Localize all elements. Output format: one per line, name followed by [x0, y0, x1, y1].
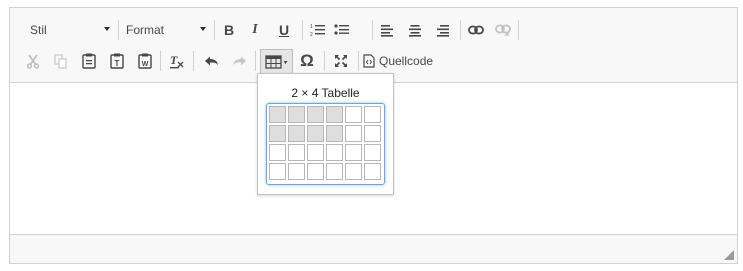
underline-button[interactable]: U [273, 19, 295, 41]
style-dropdown-label: Stil [30, 23, 47, 37]
table-grid-cell[interactable] [307, 125, 324, 142]
remove-format-icon: T [170, 53, 184, 69]
special-char-button[interactable]: Ω [296, 50, 318, 72]
toolbar-separator [255, 51, 256, 71]
undo-button[interactable] [200, 50, 222, 72]
editor-toolbar: Stil Format B I U 1 2 T W T Ω Quellcode [10, 8, 737, 83]
table-grid-cell[interactable] [364, 106, 381, 123]
source-button[interactable]: Quellcode [363, 50, 441, 72]
toolbar-separator [460, 20, 461, 40]
maximize-button[interactable] [330, 50, 352, 72]
paste-word-icon: W [138, 53, 152, 69]
table-grid-cell[interactable] [288, 106, 305, 123]
unlink-icon [495, 24, 511, 36]
toolbar-separator [358, 51, 359, 71]
table-picker-title: 2 × 4 Tabelle [291, 86, 360, 100]
remove-format-button[interactable]: T [166, 50, 188, 72]
align-right-icon [437, 24, 449, 37]
table-grid-cell[interactable] [364, 163, 381, 180]
italic-icon: I [252, 22, 258, 37]
table-grid-cell[interactable] [307, 144, 324, 161]
link-button[interactable] [465, 19, 487, 41]
table-grid-cell[interactable] [288, 125, 305, 142]
paste-word-button[interactable]: W [134, 50, 156, 72]
undo-icon [204, 56, 218, 66]
svg-text:2: 2 [310, 32, 313, 37]
table-size-grid[interactable] [266, 103, 385, 185]
italic-button[interactable]: I [244, 19, 266, 41]
table-grid-cell[interactable] [345, 144, 362, 161]
table-icon [264, 54, 287, 69]
svg-text:T: T [115, 59, 120, 68]
table-button[interactable] [260, 49, 293, 74]
table-grid-cell[interactable] [307, 106, 324, 123]
toolbar-separator [193, 51, 194, 71]
editor-statusbar [10, 234, 737, 263]
bulleted-list-button[interactable] [331, 19, 353, 41]
table-grid-cell[interactable] [364, 144, 381, 161]
toolbar-separator [302, 20, 303, 40]
maximize-icon [335, 55, 347, 67]
paste-text-button[interactable]: T [106, 50, 128, 72]
table-grid-cell[interactable] [345, 125, 362, 142]
numbered-list-icon: 1 2 [310, 24, 325, 37]
table-grid-cell[interactable] [326, 144, 343, 161]
align-center-button[interactable] [404, 19, 426, 41]
align-left-icon [381, 24, 393, 37]
format-dropdown-label: Format [126, 23, 165, 37]
paste-text-icon: T [110, 53, 124, 69]
toolbar-separator [118, 20, 119, 40]
paste-button[interactable] [78, 50, 100, 72]
redo-icon [232, 56, 246, 66]
resize-grip-icon[interactable] [724, 250, 734, 260]
svg-text:T: T [170, 53, 178, 67]
table-grid-cell[interactable] [307, 163, 324, 180]
table-grid-cell[interactable] [269, 144, 286, 161]
unlink-button [492, 19, 514, 41]
source-label: Quellcode [379, 54, 434, 68]
table-grid-cell[interactable] [326, 106, 343, 123]
redo-button [228, 50, 250, 72]
format-dropdown[interactable]: Format [120, 19, 212, 41]
table-grid-cell[interactable] [288, 144, 305, 161]
underline-icon: U [278, 22, 290, 38]
toolbar-separator [372, 20, 373, 40]
link-icon [468, 25, 484, 35]
table-grid-cell[interactable] [269, 106, 286, 123]
svg-text:W: W [142, 61, 149, 68]
chevron-down-icon [200, 27, 206, 31]
align-right-button[interactable] [432, 19, 454, 41]
bulleted-list-icon [334, 24, 349, 35]
chevron-down-icon [104, 27, 110, 31]
toolbar-separator [324, 51, 325, 71]
table-grid-cell[interactable] [345, 106, 362, 123]
copy-button [50, 50, 72, 72]
numbered-list-button[interactable]: 1 2 [307, 19, 329, 41]
table-grid-cell[interactable] [288, 163, 305, 180]
table-grid-cell[interactable] [326, 125, 343, 142]
table-grid-cell[interactable] [269, 125, 286, 142]
cut-button [22, 50, 44, 72]
svg-text:1: 1 [310, 24, 313, 30]
table-grid-cell[interactable] [345, 163, 362, 180]
bold-button[interactable]: B [218, 19, 240, 41]
copy-icon [54, 53, 67, 69]
cut-icon [26, 54, 40, 69]
align-center-icon [409, 24, 421, 37]
toolbar-separator [518, 20, 519, 40]
align-left-button[interactable] [376, 19, 398, 41]
table-grid-cell[interactable] [364, 125, 381, 142]
paste-icon [82, 53, 96, 69]
toolbar-separator [214, 20, 215, 40]
bold-icon: B [223, 22, 235, 38]
omega-icon: Ω [300, 51, 314, 70]
style-dropdown[interactable]: Stil [24, 19, 116, 41]
source-icon [363, 54, 375, 68]
table-grid-cell[interactable] [269, 163, 286, 180]
toolbar-separator [160, 51, 161, 71]
table-picker-panel: 2 × 4 Tabelle [257, 73, 394, 195]
table-grid-cell[interactable] [326, 163, 343, 180]
